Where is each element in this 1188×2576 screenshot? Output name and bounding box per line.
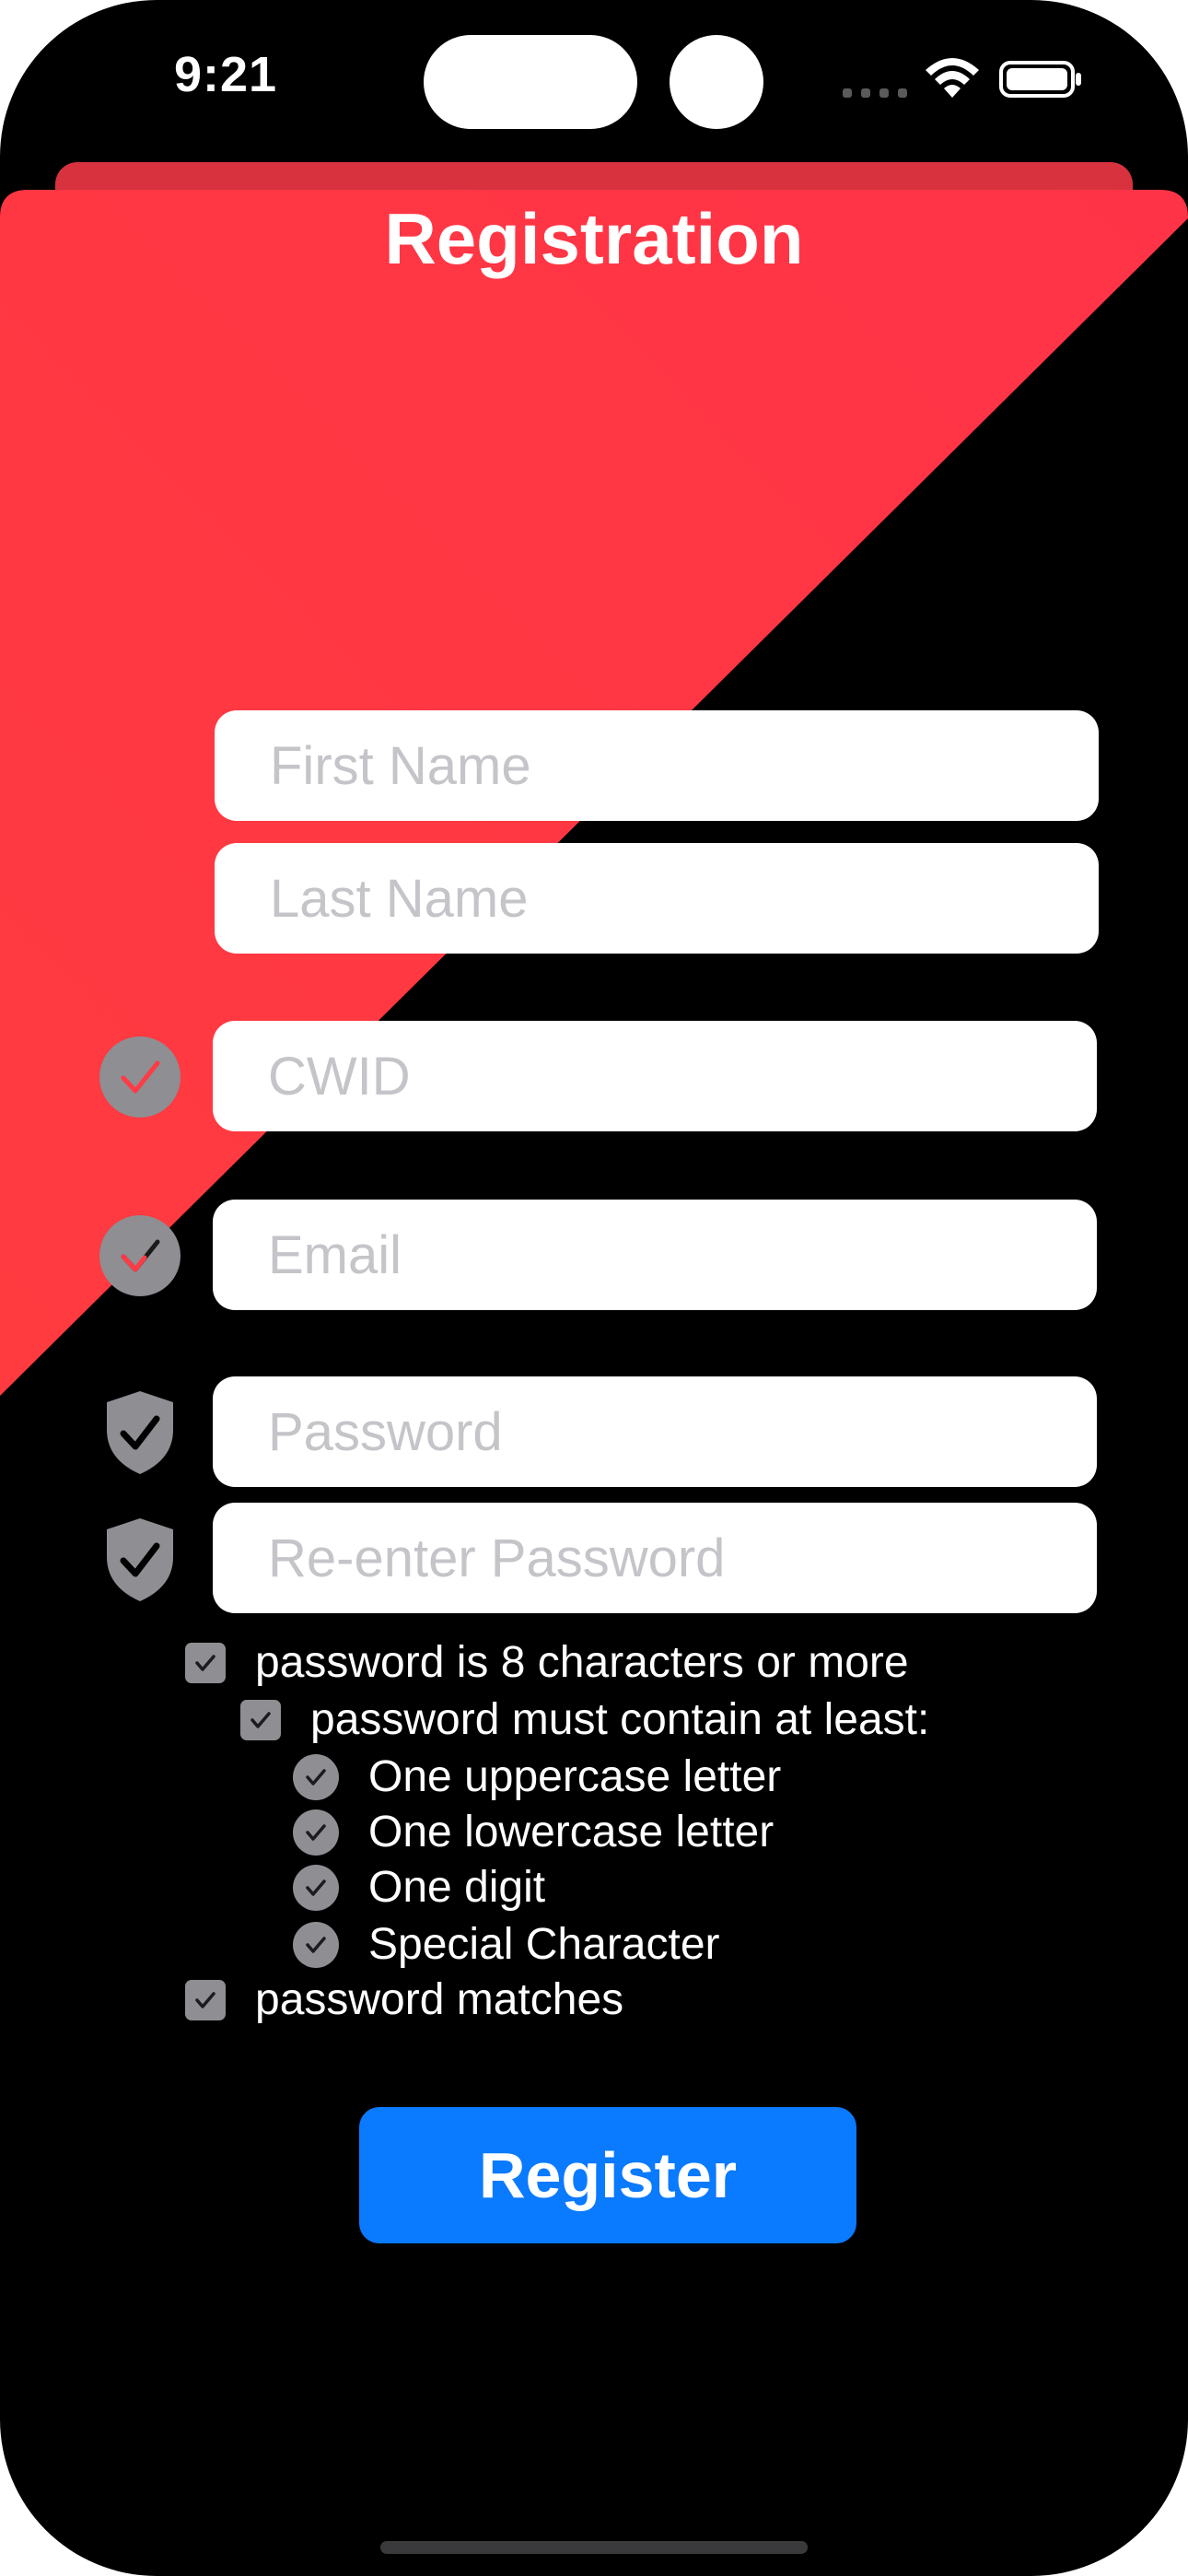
requirement-contain: password must contain at least: — [240, 1694, 929, 1745]
status-time: 9:21 — [173, 47, 278, 102]
phone-screen: 9:21 Registration First Name Last Name C… — [0, 0, 1188, 2576]
requirement-contain-label: password must contain at least: — [310, 1695, 930, 1744]
email-input[interactable] — [213, 1200, 1097, 1310]
email-status-checkmark-icon — [99, 1215, 181, 1296]
last-name-input[interactable] — [215, 843, 1099, 954]
requirement-uppercase-label: One uppercase letter — [368, 1752, 782, 1801]
home-indicator[interactable] — [380, 2541, 808, 2554]
checkmark-circle-icon — [293, 1864, 339, 1911]
checkmark-circle-icon — [293, 1809, 339, 1856]
checkbox-checked-icon — [240, 1699, 281, 1740]
requirement-length-label: password is 8 characters or more — [255, 1638, 909, 1687]
dynamic-island-pill — [424, 35, 637, 129]
checkbox-checked-icon — [185, 1979, 226, 2020]
requirement-uppercase: One uppercase letter — [293, 1751, 781, 1802]
battery-icon — [999, 61, 1081, 98]
checkmark-circle-icon — [293, 1921, 339, 1968]
reenter-password-shield-check-icon — [107, 1518, 173, 1601]
checkbox-checked-icon — [185, 1642, 226, 1683]
dynamic-island-dot — [670, 35, 763, 129]
cwid-input[interactable] — [213, 1021, 1097, 1131]
requirement-matches-label: password matches — [255, 1975, 624, 2024]
checkmark-circle-icon — [293, 1753, 339, 1800]
requirement-matches: password matches — [185, 1974, 623, 2025]
requirement-special: Special Character — [293, 1919, 720, 1970]
requirement-lowercase: One lowercase letter — [293, 1807, 774, 1857]
password-input[interactable] — [213, 1376, 1097, 1487]
requirement-lowercase-label: One lowercase letter — [368, 1808, 775, 1856]
register-button[interactable]: Register — [359, 2107, 856, 2243]
wifi-icon — [926, 58, 979, 98]
password-shield-check-icon — [107, 1391, 173, 1474]
first-name-input[interactable] — [215, 710, 1099, 821]
reenter-password-input[interactable] — [213, 1503, 1097, 1613]
requirement-length: password is 8 characters or more — [185, 1637, 909, 1688]
signal-dots-icon — [843, 88, 907, 98]
requirement-digit: One digit — [293, 1862, 545, 1913]
cwid-status-checkmark-icon — [99, 1036, 181, 1118]
requirement-special-label: Special Character — [368, 1920, 720, 1969]
requirement-digit-label: One digit — [368, 1863, 546, 1912]
page-title: Registration — [384, 198, 804, 279]
